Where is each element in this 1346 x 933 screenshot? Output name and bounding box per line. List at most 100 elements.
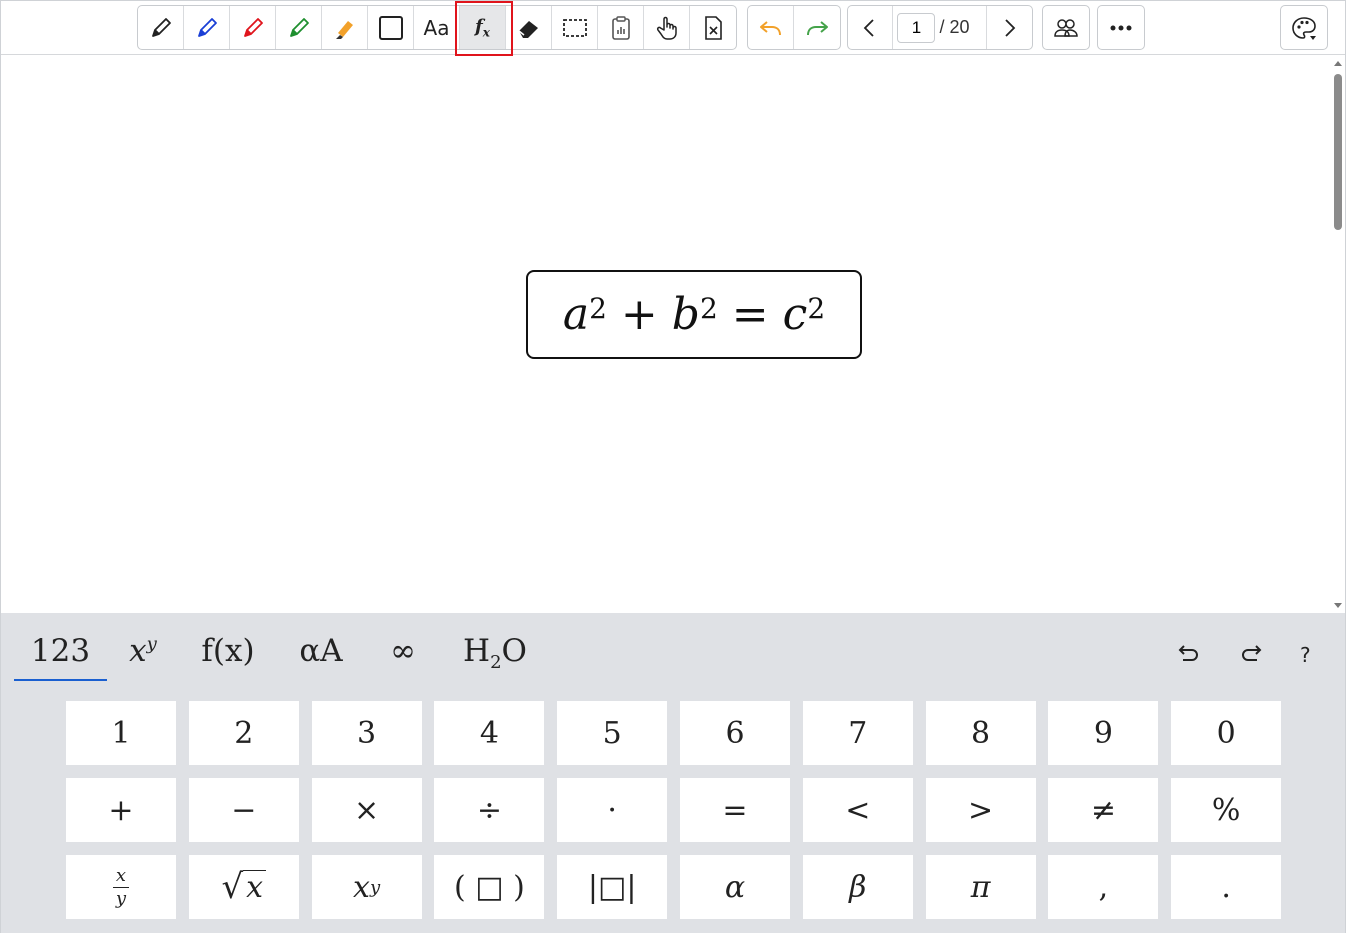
- previous-page-button[interactable]: [848, 6, 894, 49]
- dashed-select-icon: [562, 18, 587, 37]
- key-absolute[interactable]: |□|: [557, 855, 668, 919]
- key-period[interactable]: .: [1171, 855, 1282, 919]
- eraser-icon: [518, 20, 538, 38]
- tab-numbers[interactable]: 123: [14, 633, 107, 681]
- formula-var-c: c: [782, 289, 808, 340]
- pagination-group: 1 / 20: [847, 5, 1033, 50]
- select-region-button[interactable]: [552, 6, 598, 49]
- redo-button[interactable]: [794, 6, 840, 49]
- key-power[interactable]: xy: [311, 855, 422, 919]
- key-4[interactable]: 4: [434, 701, 545, 765]
- formula-tool-button[interactable]: fx: [455, 1, 513, 56]
- keyboard-undo-button[interactable]: [1177, 641, 1201, 671]
- clipboard-button[interactable]: [598, 6, 644, 49]
- formula-equals: =: [731, 289, 769, 340]
- key-6[interactable]: 6: [680, 701, 790, 765]
- keyboard-redo-button[interactable]: [1239, 641, 1263, 671]
- palette-icon: [1292, 16, 1316, 40]
- tab-infinity[interactable]: ∞: [381, 633, 425, 681]
- highlighter-button[interactable]: [322, 6, 368, 49]
- key-less-than[interactable]: <: [802, 778, 913, 842]
- participants-group: [1042, 5, 1090, 50]
- participants-button[interactable]: [1043, 6, 1089, 49]
- key-pi[interactable]: π: [925, 855, 1036, 919]
- key-1[interactable]: 1: [66, 701, 176, 765]
- key-plus[interactable]: +: [66, 778, 176, 842]
- drawing-tools-group: Aa fx: [137, 1, 737, 56]
- chevron-right-icon: [1005, 18, 1016, 37]
- hand-pointer-icon: [656, 16, 677, 40]
- key-dot[interactable]: ·: [557, 778, 668, 842]
- pencil-icon: [151, 17, 171, 37]
- highlighter-icon: [335, 20, 353, 39]
- pencil-blue-icon: [197, 17, 217, 37]
- formula-plus: +: [620, 289, 658, 340]
- key-0[interactable]: 0: [1171, 701, 1282, 765]
- undo-icon: [759, 20, 781, 35]
- redo-icon: [807, 20, 828, 35]
- formula-object[interactable]: a2 + b2 = c2: [526, 270, 862, 359]
- key-beta[interactable]: β: [802, 855, 913, 919]
- key-7[interactable]: 7: [802, 701, 913, 765]
- formula-var-a: a: [562, 289, 590, 340]
- key-divide[interactable]: ÷: [434, 778, 545, 842]
- history-group: [747, 5, 841, 50]
- key-5[interactable]: 5: [557, 701, 668, 765]
- pencil-red-button[interactable]: [230, 6, 276, 49]
- key-alpha[interactable]: α: [680, 855, 790, 919]
- formula-exp-c: 2: [807, 292, 826, 325]
- clear-page-button[interactable]: [690, 6, 736, 49]
- key-fraction[interactable]: xy: [66, 855, 176, 919]
- pan-hand-button[interactable]: [644, 6, 690, 49]
- square-icon: [378, 15, 403, 40]
- formula-exp-b: 2: [699, 292, 718, 325]
- more-options-button[interactable]: [1098, 6, 1144, 49]
- key-minus[interactable]: −: [188, 778, 299, 842]
- key-sqrt[interactable]: √ x: [188, 855, 299, 919]
- scroll-up-arrow-icon[interactable]: [1334, 61, 1342, 66]
- formula-var-b: b: [671, 289, 700, 340]
- scroll-thumb[interactable]: [1334, 74, 1342, 230]
- key-greater-than[interactable]: >: [925, 778, 1036, 842]
- keyboard-tabs: 123 xy f(x) αA ∞ H2O ?: [1, 613, 1345, 691]
- pencil-blue-button[interactable]: [184, 6, 230, 49]
- key-parentheses[interactable]: ( □ ): [434, 855, 545, 919]
- key-equals[interactable]: =: [680, 778, 790, 842]
- next-page-button[interactable]: [987, 6, 1032, 49]
- key-9[interactable]: 9: [1048, 701, 1159, 765]
- key-not-equal[interactable]: ≠: [1048, 778, 1159, 842]
- key-2[interactable]: 2: [188, 701, 299, 765]
- toolbar: Aa fx 1 / 20: [1, 1, 1345, 56]
- whiteboard-canvas[interactable]: a2 + b2 = c2: [1, 56, 1331, 613]
- keyboard-help-button[interactable]: ?: [1300, 643, 1311, 667]
- page-total-label: / 20: [939, 17, 970, 37]
- tab-functions[interactable]: f(x): [195, 633, 261, 681]
- key-comma[interactable]: ,: [1048, 855, 1159, 919]
- undo-button[interactable]: [748, 6, 794, 49]
- rectangle-shape-button[interactable]: [368, 6, 414, 49]
- key-percent[interactable]: %: [1171, 778, 1282, 842]
- tab-chemistry[interactable]: H2O: [457, 633, 533, 681]
- page-number-input[interactable]: 1: [897, 12, 936, 43]
- theme-palette-button[interactable]: [1281, 6, 1327, 49]
- power-base: x: [353, 869, 370, 905]
- pencil-black-button[interactable]: [138, 6, 184, 49]
- tab-powers[interactable]: xy: [119, 633, 167, 681]
- key-times[interactable]: ×: [311, 778, 422, 842]
- text-tool-button[interactable]: Aa: [414, 6, 460, 49]
- users-icon: [1054, 18, 1078, 37]
- key-3[interactable]: 3: [311, 701, 422, 765]
- theme-group: [1280, 5, 1328, 50]
- more-group: [1097, 5, 1145, 50]
- pencil-green-button[interactable]: [276, 6, 322, 49]
- clipboard-chart-icon: [611, 15, 630, 40]
- tab-greek[interactable]: αA: [293, 633, 349, 681]
- vertical-scrollbar[interactable]: [1331, 56, 1345, 613]
- key-8[interactable]: 8: [925, 701, 1036, 765]
- pencil-red-icon: [243, 17, 263, 37]
- eraser-button[interactable]: [506, 6, 552, 49]
- math-keyboard: 123 xy f(x) αA ∞ H2O ? 1 2 3 4 5 6 7 8 9 0 + − × ÷ · = <…: [1, 613, 1345, 933]
- chevron-left-icon: [863, 18, 874, 37]
- fraction-glyph: xy: [113, 865, 129, 909]
- scroll-down-arrow-icon[interactable]: [1334, 603, 1342, 608]
